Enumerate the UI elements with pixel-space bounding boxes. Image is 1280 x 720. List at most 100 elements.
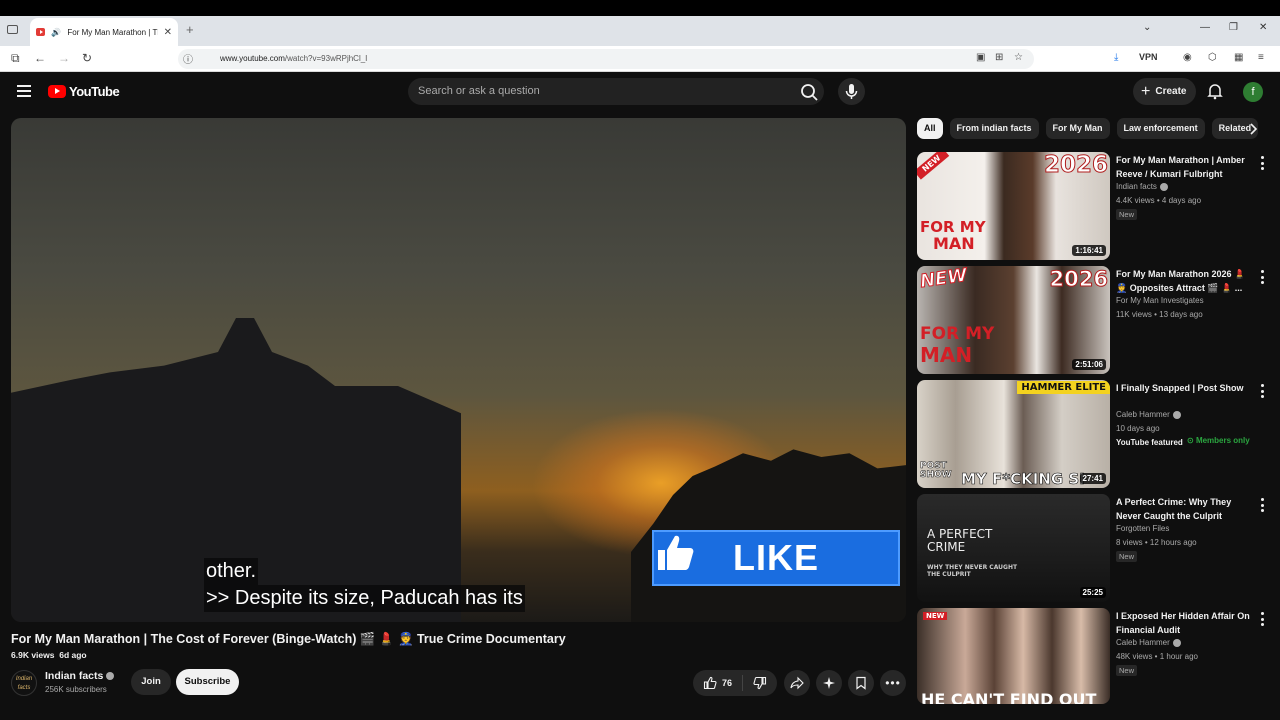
extensions-icon[interactable]: ⬡	[1208, 52, 1217, 63]
create-button[interactable]: + Create	[1133, 78, 1196, 105]
channel-name[interactable]: Indian facts	[45, 670, 115, 682]
search-icon[interactable]	[797, 80, 821, 104]
more-actions-button[interactable]: •••	[880, 670, 906, 696]
window-close-button[interactable]: ✕	[1259, 22, 1267, 33]
rec-channel[interactable]: For My Man Investigates	[1116, 296, 1204, 305]
more-vertical-icon[interactable]	[1258, 384, 1266, 398]
share-button[interactable]	[784, 670, 810, 696]
recommendation-item[interactable]: 2026 NEW FOR MY MAN 2:51:06 For My Man M…	[917, 266, 1269, 376]
more-vertical-icon[interactable]	[1258, 270, 1266, 284]
video-player[interactable]: other. >> Despite its size, Paducah has …	[11, 118, 906, 622]
video-title: For My Man Marathon | The Cost of Foreve…	[11, 632, 566, 646]
video-duration: 2:51:06	[1072, 359, 1106, 370]
rec-channel[interactable]: Indian facts	[1116, 182, 1168, 191]
video-thumbnail[interactable]: NEW HE CAN'T FIND OUT	[917, 608, 1110, 704]
new-badge: New	[1116, 665, 1138, 676]
youtube-play-logo-icon	[48, 85, 66, 98]
rec-title[interactable]: For My Man Marathon 2026 💄 👮 Opposites A…	[1116, 268, 1253, 295]
bookmark-star-icon[interactable]: ☆	[1014, 52, 1023, 63]
save-button[interactable]	[848, 670, 874, 696]
rec-meta: 8 views • 12 hours ago	[1116, 538, 1197, 547]
new-badge: New	[1116, 209, 1138, 220]
rec-channel[interactable]: Caleb Hammer	[1116, 410, 1181, 419]
chip-for-my-man[interactable]: For My Man	[1045, 118, 1110, 139]
dislike-button[interactable]	[743, 676, 777, 690]
subscribe-button[interactable]: Subscribe	[176, 669, 239, 695]
rec-title[interactable]: I Finally Snapped | Post Show	[1116, 382, 1253, 396]
extension-badge-icon[interactable]: ▦	[1234, 52, 1243, 63]
site-info-icon[interactable]: ⓘ	[183, 51, 193, 66]
more-horizontal-icon: •••	[885, 676, 901, 690]
thumb-line1: FOR MY	[920, 218, 986, 236]
url-path: /watch?v=93wRPjhCl_I	[284, 54, 368, 63]
thumb-new-ribbon: NEW	[917, 152, 950, 180]
guide-menu-icon[interactable]	[17, 85, 31, 97]
chip-from-channel[interactable]: From indian facts	[949, 118, 1039, 139]
url-field[interactable]: www.youtube.com/watch?v=93wRPjhCl_I	[178, 49, 1034, 69]
subscriber-count: 256K subscribers	[45, 685, 107, 694]
chip-law-enforcement[interactable]: Law enforcement	[1116, 118, 1205, 139]
speaker-icon[interactable]: 🔊	[51, 28, 61, 37]
rec-title[interactable]: For My Man Marathon | Amber Reeve / Kuma…	[1116, 154, 1253, 182]
create-label: Create	[1155, 86, 1187, 97]
download-icon[interactable]: ⤓	[1114, 52, 1118, 63]
rec-meta: 11K views • 13 days ago	[1116, 310, 1203, 319]
rec-channel-name: Forgotten Files	[1116, 524, 1170, 533]
more-vertical-icon[interactable]	[1258, 612, 1266, 626]
rec-meta: 4.4K views • 4 days ago	[1116, 196, 1202, 205]
tab-list-icon[interactable]	[7, 25, 18, 34]
forward-arrow-icon[interactable]: →	[58, 51, 70, 65]
join-button[interactable]: Join	[131, 669, 171, 695]
dislike-thumb-icon	[753, 676, 767, 690]
voice-search-mic-icon[interactable]	[838, 78, 865, 105]
sidebar-toggle-icon[interactable]: ⧉	[11, 51, 20, 66]
thumb-caption: HE CAN'T FIND OUT	[921, 690, 1097, 704]
bookmark-icon	[856, 676, 866, 690]
save-page-icon[interactable]: ⊞	[995, 52, 1003, 63]
youtube-logo[interactable]: YouTube	[48, 84, 120, 99]
sparkle-icon	[823, 677, 835, 689]
rec-channel-name: Caleb Hammer	[1116, 638, 1170, 647]
video-thumbnail[interactable]: HAMMER ELITE POST SHOW MY F*CKING SI 27:…	[917, 380, 1110, 488]
channel-avatar[interactable]: Indian facts	[11, 670, 37, 696]
thumb-new-label: NEW	[923, 612, 948, 620]
recommendation-item[interactable]: NEW HE CAN'T FIND OUT I Exposed Her Hidd…	[917, 608, 1269, 718]
video-thumbnail[interactable]: A PERFECT CRIME WHY THEY NEVER CAUGHT TH…	[917, 494, 1110, 602]
rec-title[interactable]: A Perfect Crime: Why They Never Caught t…	[1116, 496, 1253, 523]
recommendation-item[interactable]: HAMMER ELITE POST SHOW MY F*CKING SI 27:…	[917, 380, 1269, 490]
ask-ai-button[interactable]	[816, 670, 842, 696]
tab-close-icon[interactable]: ✕	[164, 27, 172, 38]
like-dislike-group: 76	[693, 670, 777, 696]
rec-title[interactable]: I Exposed Her Hidden Affair On Financial…	[1116, 610, 1253, 637]
chip-all[interactable]: All	[917, 118, 943, 139]
account-avatar[interactable]: f	[1243, 82, 1263, 102]
back-arrow-icon[interactable]: ←	[34, 51, 46, 65]
recommendation-item[interactable]: A PERFECT CRIME WHY THEY NEVER CAUGHT TH…	[917, 494, 1269, 604]
search-input[interactable]: Search or ask a question	[408, 78, 824, 105]
share-arrow-icon	[790, 676, 804, 690]
reload-icon[interactable]: ↻	[82, 51, 92, 65]
new-tab-button[interactable]: +	[186, 22, 194, 37]
browser-tab-strip: 🔊 For My Man Marathon | The ✕ + ⌄ — ❐ ✕	[0, 16, 1280, 46]
related-filter-chips: All From indian facts For My Man Law enf…	[917, 118, 1262, 140]
picture-in-picture-icon[interactable]: ▣	[976, 52, 985, 63]
more-vertical-icon[interactable]	[1258, 156, 1266, 170]
verified-check-icon	[1159, 182, 1168, 191]
notifications-bell-icon[interactable]	[1206, 82, 1224, 100]
window-restore-button[interactable]: ❐	[1229, 22, 1238, 33]
thumb-banner: HAMMER ELITE	[1017, 381, 1110, 394]
browser-tab-active[interactable]: 🔊 For My Man Marathon | The ✕	[30, 18, 178, 46]
tab-search-chevron-icon[interactable]: ⌄	[1143, 22, 1151, 33]
window-minimize-button[interactable]: —	[1200, 22, 1210, 33]
video-thumbnail[interactable]: 2026 NEW FOR MY MAN 2:51:06	[917, 266, 1110, 374]
rec-channel[interactable]: Forgotten Files	[1116, 524, 1169, 533]
chevron-right-icon[interactable]	[1244, 120, 1262, 138]
more-vertical-icon[interactable]	[1258, 498, 1266, 512]
wallet-icon[interactable]: ◉	[1183, 52, 1192, 63]
browser-menu-icon[interactable]: ≡	[1258, 52, 1264, 63]
video-thumbnail[interactable]: 2026 NEW FOR MY MAN 1:16:41	[917, 152, 1110, 260]
recommendation-item[interactable]: 2026 NEW FOR MY MAN 1:16:41 For My Man M…	[917, 152, 1269, 262]
vpn-badge[interactable]: VPN	[1139, 52, 1158, 62]
like-button[interactable]: 76	[693, 675, 744, 691]
rec-channel[interactable]: Caleb Hammer	[1116, 638, 1181, 647]
